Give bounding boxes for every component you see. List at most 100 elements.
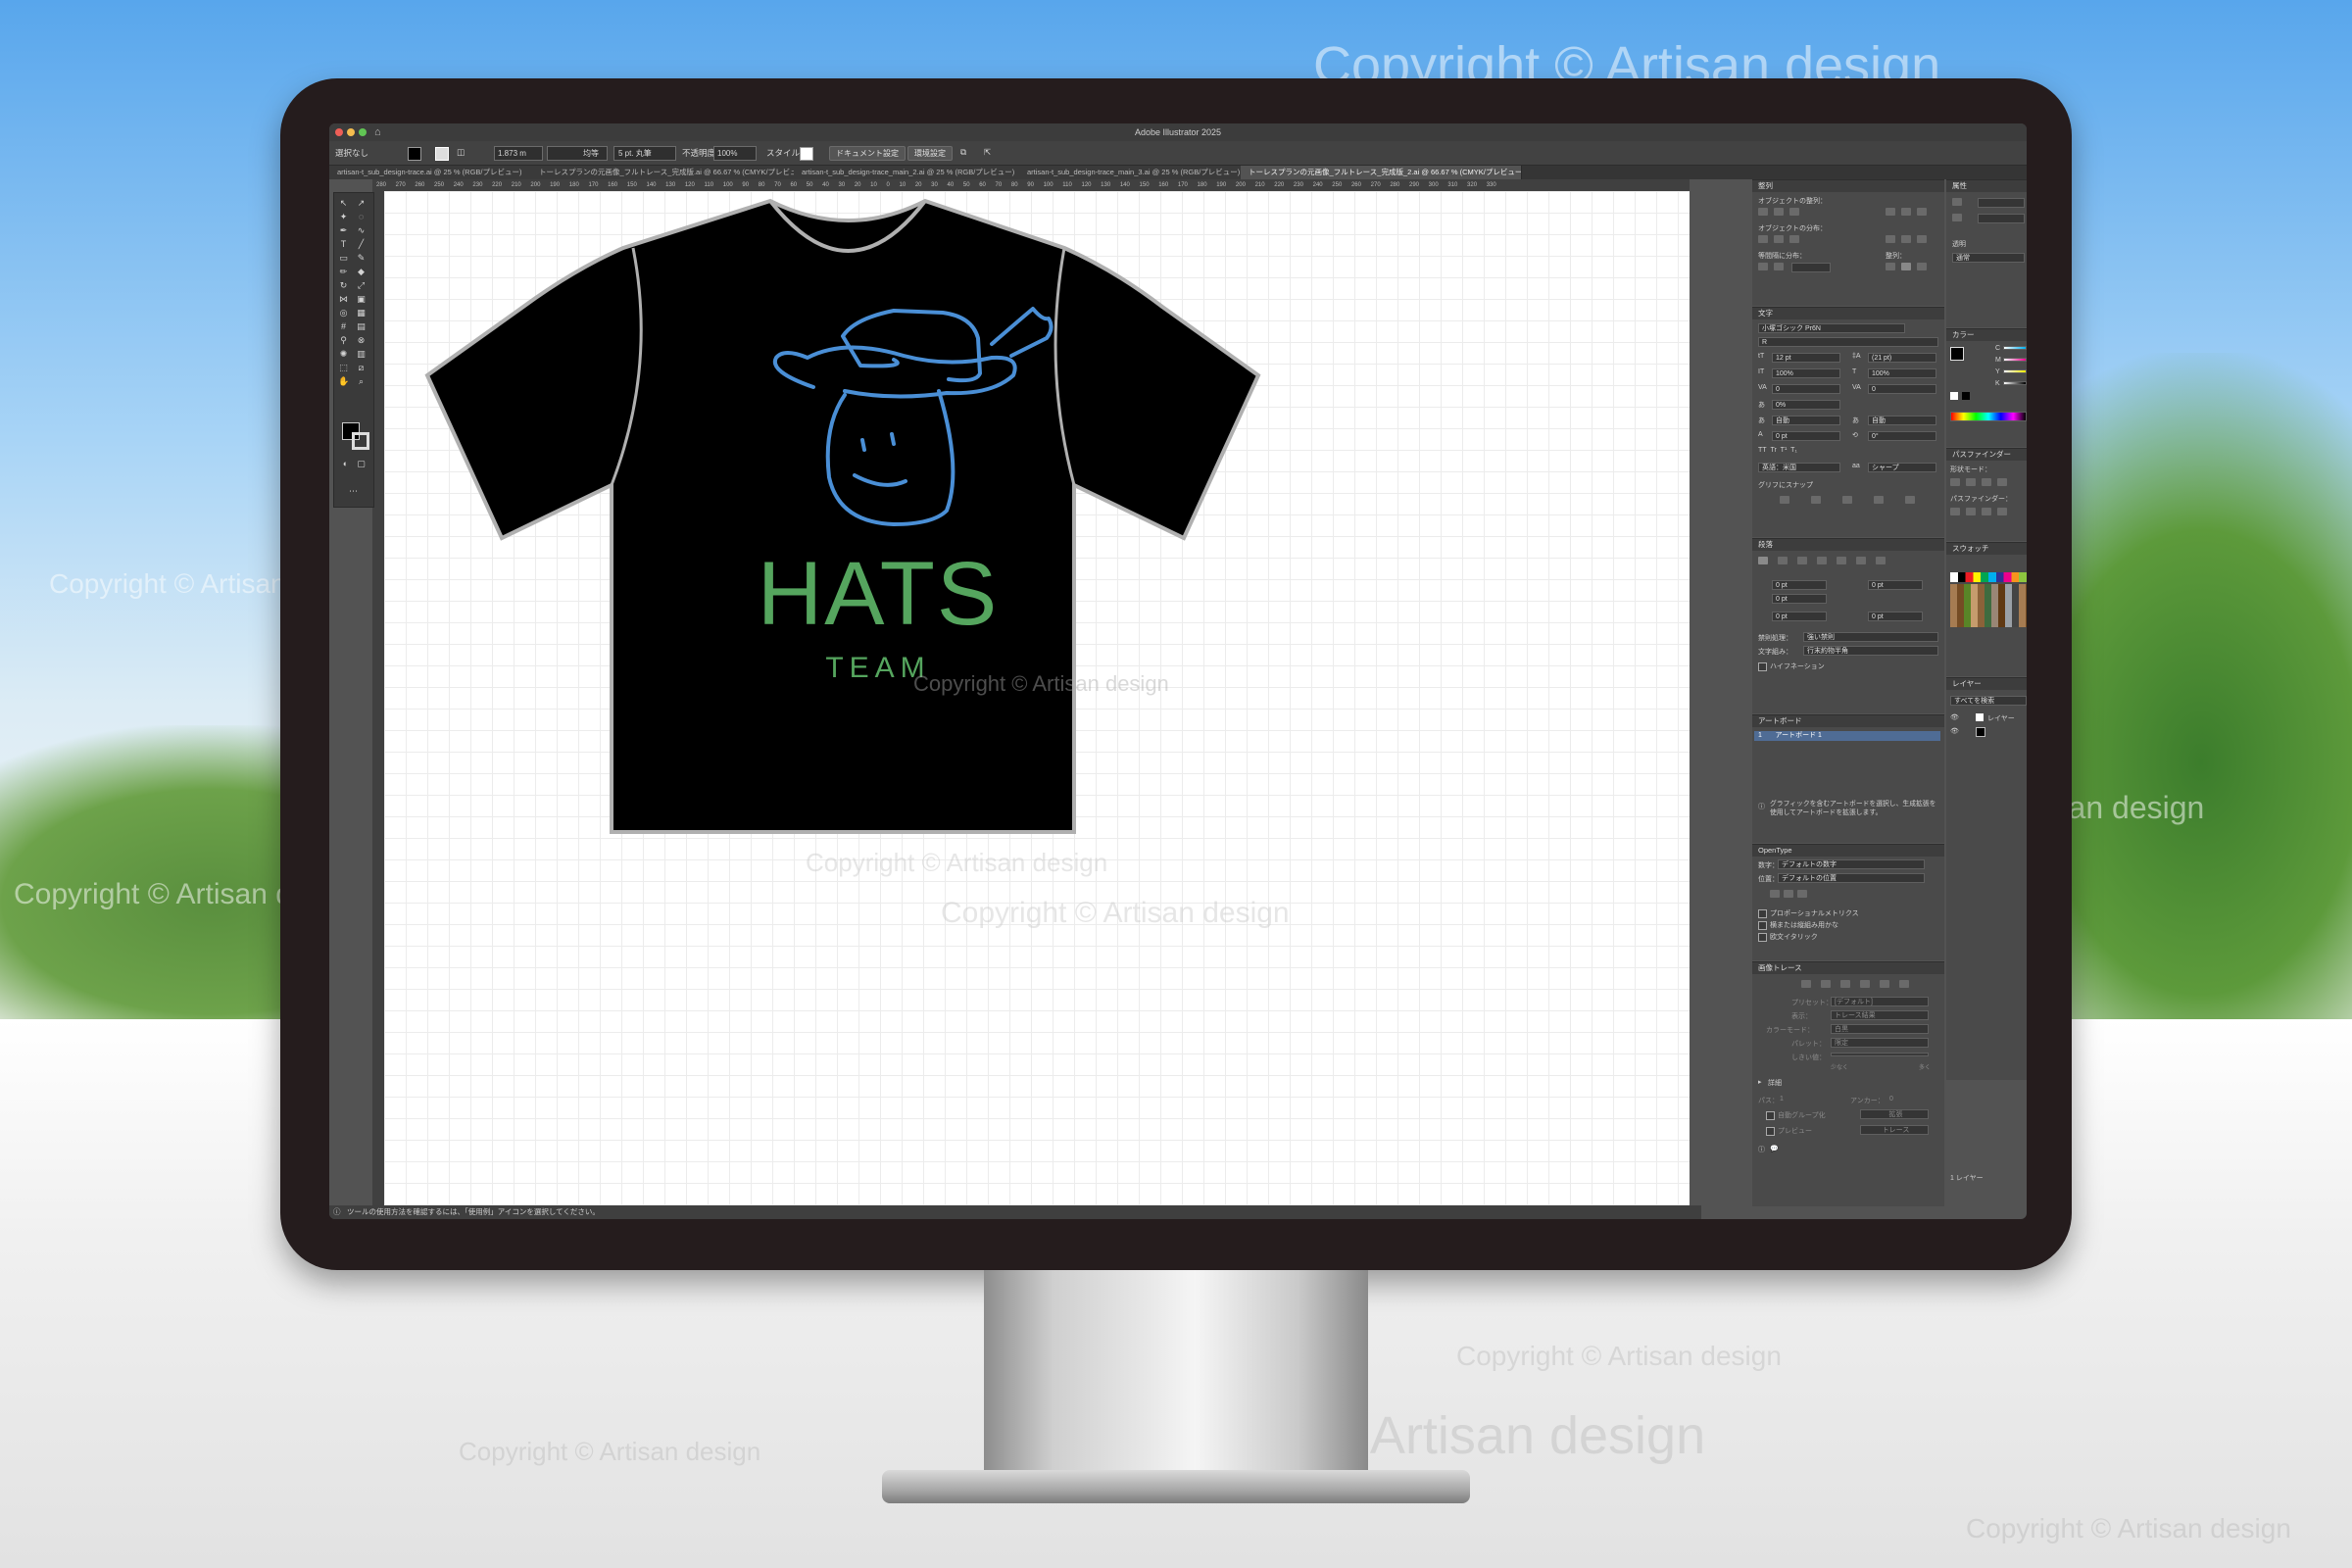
layer-name[interactable]: レイヤー — [1987, 713, 2015, 723]
align-text-center-icon[interactable] — [1778, 557, 1788, 564]
tab-document-4[interactable]: artisan-t_sub_design-trace_main_3.ai @ 2… — [1019, 166, 1248, 179]
horizontal-scale-field[interactable]: 100% — [1868, 368, 1936, 378]
color-fill-swatch[interactable] — [1950, 347, 1964, 361]
tshirt-artwork[interactable]: HATS TEAM — [384, 191, 1690, 1212]
ligature-icon[interactable] — [1770, 890, 1780, 898]
indent-left-field[interactable]: 0 pt — [1772, 580, 1827, 590]
trace-palette-select[interactable]: 限定 — [1831, 1038, 1929, 1048]
stroke-color-swatch[interactable] — [435, 147, 449, 161]
magic-wand-tool-icon[interactable]: ✦ — [338, 213, 349, 221]
hand-tool-icon[interactable]: ✋ — [338, 377, 349, 386]
justify-left-icon[interactable] — [1817, 557, 1827, 564]
figure-select[interactable]: デフォルトの数字 — [1778, 859, 1925, 869]
space-after-field[interactable]: 0 pt — [1868, 612, 1923, 621]
magenta-slider[interactable] — [2003, 358, 2027, 362]
trace-bw-icon[interactable] — [1880, 980, 1889, 988]
black-slider[interactable] — [2003, 381, 2027, 385]
layer-visibility-icon[interactable]: 👁 — [1950, 713, 1959, 721]
first-line-indent-field[interactable]: 0 pt — [1772, 594, 1827, 604]
scale-tool-icon[interactable]: ⤢ — [356, 281, 367, 290]
selection-tool-icon[interactable]: ↖ — [338, 199, 349, 208]
divide-icon[interactable] — [1950, 508, 1960, 515]
gradient-tool-icon[interactable]: ▤ — [356, 322, 367, 331]
align-text-right-icon[interactable] — [1797, 557, 1807, 564]
none-swatch[interactable] — [1950, 392, 1958, 400]
exclude-icon[interactable] — [1997, 478, 2007, 486]
brush-definition-select[interactable]: 5 pt. 丸筆 — [613, 146, 676, 161]
baseline-field[interactable]: 0 pt — [1772, 431, 1840, 441]
share-icon[interactable]: ⇱ — [984, 147, 991, 158]
curvature-tool-icon[interactable]: ∿ — [356, 226, 367, 235]
char-rotate-field[interactable]: 0° — [1868, 431, 1936, 441]
align-to-selection-icon[interactable] — [1886, 263, 1895, 270]
transform-icon[interactable] — [1952, 198, 1962, 206]
stroke-weight-field[interactable]: 1.873 m — [494, 146, 543, 161]
font-style-select[interactable]: R — [1758, 337, 1938, 347]
language-select[interactable]: 英語：米国 — [1758, 463, 1840, 472]
trace-preview-checkbox[interactable] — [1766, 1127, 1775, 1136]
tshirt-shape[interactable] — [424, 198, 1261, 834]
spacing-vertical-icon[interactable] — [1758, 263, 1768, 270]
arrange-icon[interactable]: ⧉ — [960, 147, 966, 158]
trace-low-color-icon[interactable] — [1840, 980, 1850, 988]
rotate-tool-icon[interactable]: ↻ — [338, 281, 349, 290]
swash-icon[interactable] — [1784, 890, 1793, 898]
rectangle-tool-icon[interactable]: ▭ — [338, 254, 349, 263]
sublayer-visibility-icon[interactable]: 👁 — [1950, 727, 1959, 735]
graph-tool-icon[interactable]: ▥ — [356, 350, 367, 359]
trace-outline-icon[interactable] — [1899, 980, 1909, 988]
more-tools-icon[interactable]: ⋯ — [348, 487, 359, 496]
trace-auto-color-icon[interactable] — [1801, 980, 1811, 988]
color-spectrum[interactable] — [1950, 412, 2027, 421]
width-tool-icon[interactable]: ⋈ — [338, 295, 349, 304]
align-top-icon[interactable] — [1886, 208, 1895, 216]
snap-option-5-icon[interactable] — [1905, 496, 1915, 504]
distribute-top-icon[interactable] — [1758, 235, 1768, 243]
direct-selection-tool-icon[interactable]: ↗ — [356, 199, 367, 208]
document-setup-button[interactable]: ドキュメント設定 — [829, 146, 906, 161]
text-style-buttons[interactable]: TT Tr T¹ T₁ — [1758, 447, 1797, 454]
line-tool-icon[interactable]: ╱ — [356, 240, 367, 249]
trace-mode-select[interactable]: 白黒 — [1831, 1024, 1929, 1034]
lasso-tool-icon[interactable]: ◌ — [356, 213, 367, 221]
hyphenation-checkbox[interactable] — [1758, 662, 1767, 671]
tab-document-2[interactable]: トーレスプランの元画像_フルトレース_完成版.ai @ 66.67 % (CMY… — [531, 166, 801, 179]
ordinal-icon[interactable] — [1797, 890, 1807, 898]
opacity-field[interactable]: 100% — [713, 146, 757, 161]
auto-group-checkbox[interactable] — [1766, 1111, 1775, 1120]
trace-preset-select[interactable]: [デフォルト] — [1831, 997, 1929, 1006]
aki-left-select[interactable]: 自動 — [1772, 416, 1840, 425]
kana-checkbox[interactable] — [1758, 921, 1767, 930]
artboard-row[interactable]: 1 アートボード 1 — [1754, 731, 1940, 741]
trim-icon[interactable] — [1966, 508, 1976, 515]
yellow-slider[interactable] — [2003, 369, 2027, 373]
leading-field[interactable]: (21 pt) — [1868, 353, 1936, 363]
draw-mode-icon[interactable]: ◐ — [340, 460, 351, 468]
trace-view-select[interactable]: トレース結果 — [1831, 1010, 1929, 1020]
blend-tool-icon[interactable]: ⊗ — [356, 336, 367, 345]
align-text-left-icon[interactable] — [1758, 557, 1768, 564]
distribute-left-icon[interactable] — [1886, 235, 1895, 243]
roman-italic-checkbox[interactable] — [1758, 933, 1767, 942]
minus-front-icon[interactable] — [1966, 478, 1976, 486]
tab-document-1[interactable]: artisan-t_sub_design-trace.ai @ 25 % (RG… — [329, 166, 538, 179]
snap-option-1-icon[interactable] — [1780, 496, 1789, 504]
unite-icon[interactable] — [1950, 478, 1960, 486]
artboard-tool-icon[interactable]: ⬚ — [338, 364, 349, 372]
preferences-button[interactable]: 環境設定 — [907, 146, 953, 161]
free-transform-tool-icon[interactable]: ▣ — [356, 295, 367, 304]
distribute-hcenter-icon[interactable] — [1901, 235, 1911, 243]
trace-button[interactable]: トレース — [1860, 1125, 1929, 1135]
stroke-swatch[interactable] — [352, 432, 369, 450]
tab-document-5[interactable]: トーレスプランの元画像_フルトレース_完成版_2.ai @ 66.67 % (C… — [1241, 166, 1522, 179]
spacing-horizontal-icon[interactable] — [1774, 263, 1784, 270]
justify-right-icon[interactable] — [1856, 557, 1866, 564]
indent-right-field[interactable]: 0 pt — [1868, 580, 1923, 590]
aki-right-select[interactable]: 自動 — [1868, 416, 1936, 425]
shape-builder-tool-icon[interactable]: ◎ — [338, 309, 349, 318]
intersect-icon[interactable] — [1982, 478, 1991, 486]
distribute-vcenter-icon[interactable] — [1774, 235, 1784, 243]
align-right-icon[interactable] — [1789, 208, 1799, 216]
space-before-field[interactable]: 0 pt — [1772, 612, 1827, 621]
pen-tool-icon[interactable]: ✒ — [338, 226, 349, 235]
